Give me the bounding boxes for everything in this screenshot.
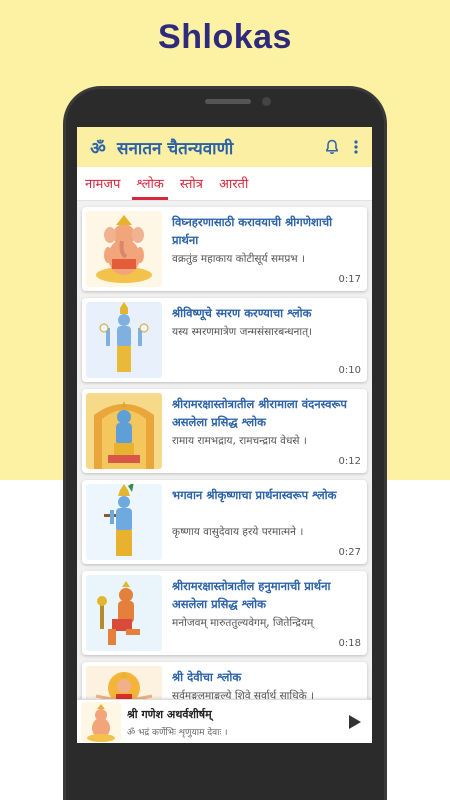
app-bar: ॐ सनातन चैतन्यवाणी [77, 127, 372, 167]
player-subtitle: ॐ भद्रं कर्णेभिः शृणुयाम देवाः । [127, 728, 228, 738]
tab-stotra[interactable]: स्तोत्र [172, 166, 211, 200]
vishnu-image [86, 302, 162, 378]
item-title: श्रीविष्णूचे स्मरण करण्याचा श्लोक [172, 306, 312, 320]
item-title: श्रीरामरक्षास्तोत्रातील श्रीरामाला वंदनस… [172, 397, 347, 429]
list-item[interactable]: विघ्नहरणासाठी करावयाची श्रीगणेशाची प्रार… [82, 207, 367, 291]
hanuman-image [86, 575, 162, 651]
item-subtitle: मनोजवम् मारुततुल्यवेगम्, जितेन्द्रियम् [172, 617, 314, 629]
more-vert-icon[interactable] [344, 135, 368, 159]
bell-icon[interactable] [320, 135, 344, 159]
promo-title: Shlokas [158, 18, 292, 56]
list-item[interactable]: भगवान श्रीकृष्णाचा प्रार्थनास्वरूप श्लोक… [82, 480, 367, 564]
item-subtitle: रामाय रामभद्राय, रामचन्द्राय वेधसे । [172, 435, 307, 447]
phone-camera [262, 97, 271, 106]
item-subtitle: वक्रतुंड महाकाय कोटीसूर्य समप्रभ । [172, 253, 305, 265]
app-title: सनातन चैतन्यवाणी [117, 138, 234, 159]
item-subtitle: कृष्णाय वासुदेवाय हरये परमात्मने । [172, 526, 304, 538]
player-ganesha-image [81, 702, 121, 742]
mini-player[interactable]: श्री गणेश अथर्वशीर्षम् ॐ भद्रं कर्णेभिः … [77, 699, 372, 743]
list-item[interactable]: श्रीविष्णूचे स्मरण करण्याचा श्लोक यस्य स… [82, 298, 367, 382]
player-title: श्री गणेश अथर्वशीर्षम् [127, 708, 212, 721]
tab-namjap[interactable]: नामजप [77, 166, 128, 200]
item-duration: 0:12 [338, 456, 361, 467]
item-duration: 0:17 [338, 274, 361, 285]
item-title: श्रीरामरक्षास्तोत्रातील हनुमानाची प्रार्… [172, 579, 331, 611]
om-icon: ॐ [90, 138, 106, 159]
tab-aarti[interactable]: आरती [211, 166, 256, 200]
play-icon[interactable] [344, 712, 364, 732]
list-item[interactable]: श्रीरामरक्षास्तोत्रातील श्रीरामाला वंदनस… [82, 389, 367, 473]
item-duration: 0:27 [338, 547, 361, 558]
list-item[interactable]: श्रीरामरक्षास्तोत्रातील हनुमानाची प्रार्… [82, 571, 367, 655]
item-title: श्री देवीचा श्लोक [172, 670, 242, 684]
tab-bar: नामजप श्लोक स्तोत्र आरती [77, 167, 372, 201]
ganesha-image [86, 211, 162, 287]
krishna-image [86, 484, 162, 560]
phone-speaker [205, 99, 251, 104]
rama-image [86, 393, 162, 469]
item-title: विघ्नहरणासाठी करावयाची श्रीगणेशाची प्रार… [172, 215, 333, 247]
item-duration: 0:18 [338, 638, 361, 649]
item-title: भगवान श्रीकृष्णाचा प्रार्थनास्वरूप श्लोक [172, 488, 337, 502]
app-screen: ॐ सनातन चैतन्यवाणी नामजप श्लोक स्तोत्र आ… [77, 127, 372, 743]
item-duration: 0:10 [338, 365, 361, 376]
tab-shlok[interactable]: श्लोक [128, 166, 172, 200]
item-subtitle: यस्य स्मरणमात्रेण जन्मसंसारबन्धनात्। [172, 326, 313, 338]
